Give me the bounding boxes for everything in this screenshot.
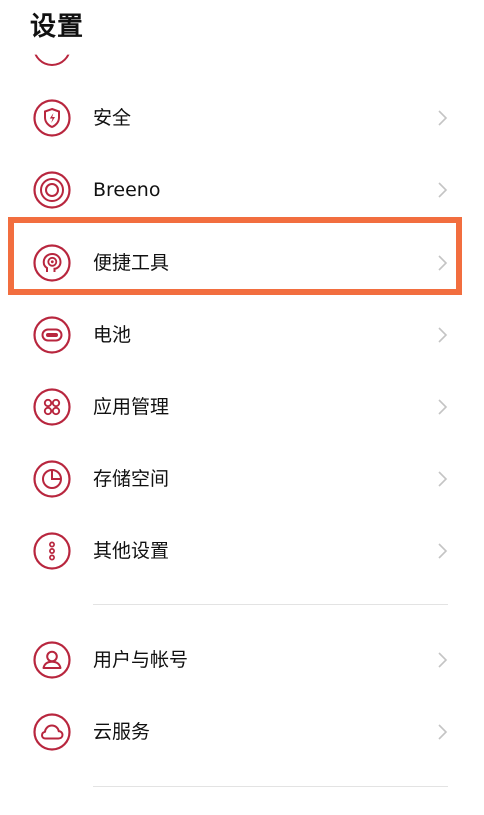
shield-bolt-icon — [33, 99, 71, 137]
pie-chart-icon — [33, 460, 71, 498]
settings-item-label: 便捷工具 — [93, 252, 170, 274]
chevron-right-icon — [432, 325, 452, 345]
settings-item-label: Breeno — [93, 179, 161, 201]
settings-item-security[interactable]: 安全 — [0, 90, 484, 146]
app-grid-icon — [33, 388, 71, 426]
settings-item-label: 电池 — [93, 324, 132, 346]
settings-item-storage[interactable]: 存储空间 — [0, 451, 484, 507]
chevron-right-icon — [432, 108, 452, 128]
chevron-right-icon — [432, 650, 452, 670]
chevron-right-icon — [432, 253, 452, 273]
settings-item-breeno[interactable]: Breeno — [0, 162, 484, 218]
user-icon — [33, 641, 71, 679]
page-title: 设置 — [30, 11, 85, 42]
settings-item-label: 应用管理 — [93, 396, 170, 418]
settings-item-convenience-tools[interactable]: 便捷工具 — [0, 235, 484, 291]
section-divider — [93, 604, 448, 605]
settings-item-label: 安全 — [93, 107, 132, 129]
cloud-icon — [33, 713, 71, 751]
settings-item-app-management[interactable]: 应用管理 — [0, 379, 484, 435]
settings-item-battery[interactable]: 电池 — [0, 307, 484, 363]
settings-item-label: 用户与帐号 — [93, 649, 189, 671]
chevron-right-icon — [432, 397, 452, 417]
more-dots-icon — [33, 532, 71, 570]
section-divider — [93, 786, 448, 787]
chevron-right-icon — [432, 541, 452, 561]
convenience-tools-icon — [33, 244, 71, 282]
chevron-right-icon — [432, 469, 452, 489]
page-header: 设置 — [30, 0, 84, 48]
chevron-right-icon — [432, 180, 452, 200]
settings-item-other-settings[interactable]: 其他设置 — [0, 523, 484, 579]
settings-item-label: 存储空间 — [93, 468, 170, 490]
settings-item-users-accounts[interactable]: 用户与帐号 — [0, 632, 484, 688]
settings-item-cloud-service[interactable]: 云服务 — [0, 704, 484, 760]
settings-item-label: 其他设置 — [93, 540, 170, 562]
battery-icon — [33, 316, 71, 354]
settings-item-label: 云服务 — [93, 721, 151, 743]
chevron-right-icon — [432, 722, 452, 742]
breeno-rings-icon — [33, 171, 71, 209]
